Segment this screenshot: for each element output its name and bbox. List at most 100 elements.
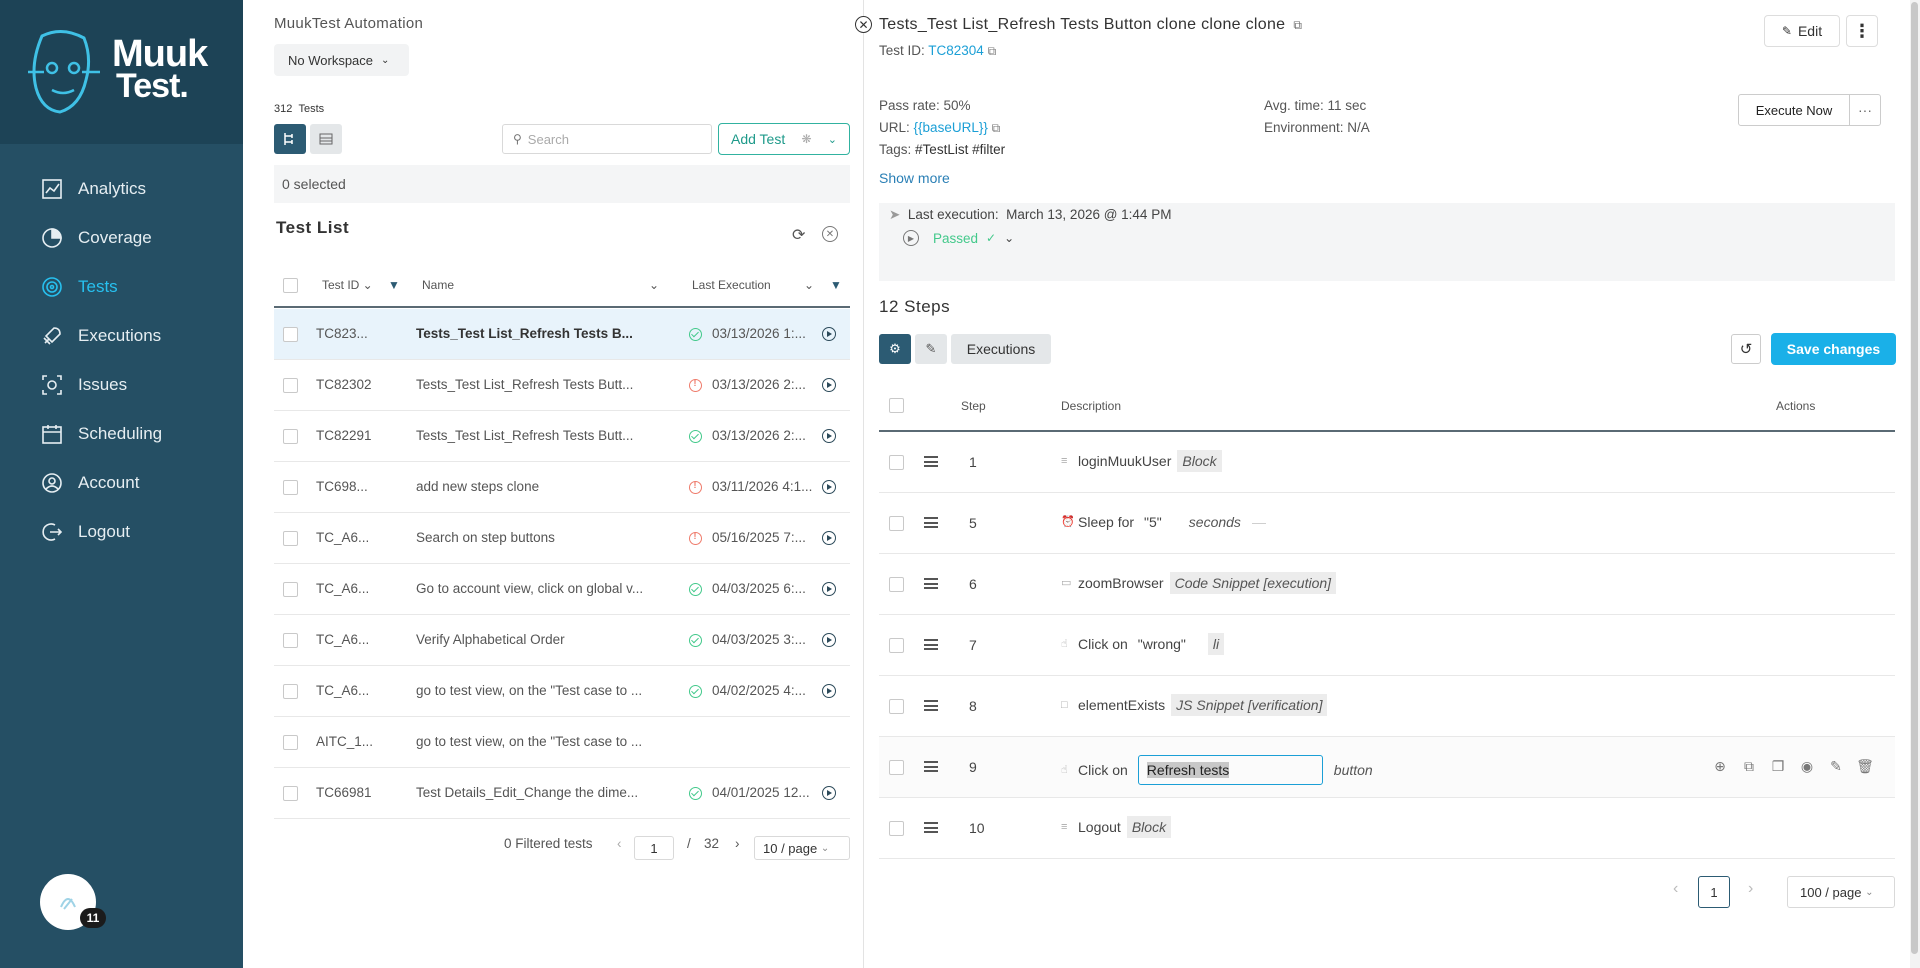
refresh-icon[interactable]: ⟳ (792, 225, 805, 245)
workspace-select[interactable]: No Workspace ⌄ (274, 44, 409, 76)
play-icon[interactable] (822, 480, 836, 494)
table-row[interactable]: TC82291 Tests_Test List_Refresh Tests But… (274, 411, 850, 462)
sidebar-item-issues[interactable]: Issues (40, 370, 127, 400)
play-icon[interactable] (822, 378, 836, 392)
test-name-cell[interactable]: Tests_Test List_Refresh Tests Butt... (416, 428, 672, 443)
copy-icon[interactable]: ⧉ (992, 121, 1001, 135)
drag-handle-icon[interactable] (924, 456, 938, 467)
sidebar-item-tests[interactable]: Tests (40, 272, 118, 302)
row-checkbox[interactable] (283, 786, 298, 801)
sidebar-item-analytics[interactable]: Analytics (40, 174, 146, 204)
test-name-cell[interactable]: Tests_Test List_Refresh Tests Butt... (416, 377, 672, 392)
step-row[interactable]: 1 ≡ loginMuukUser Block (879, 432, 1895, 493)
save-changes-button[interactable]: Save changes (1771, 333, 1896, 365)
table-row[interactable]: TC_A6... go to test view, on the "Test ca… (274, 666, 850, 717)
edit-button[interactable]: ✎ Edit (1764, 15, 1840, 47)
search-input[interactable]: ⚲ Search (502, 124, 712, 154)
table-row[interactable]: TC698... add new steps clone 03/11/2026 4:… (274, 462, 850, 513)
drag-handle-icon[interactable] (924, 517, 938, 528)
select-all-steps-checkbox[interactable] (889, 398, 904, 413)
execute-options-button[interactable]: ··· (1849, 94, 1881, 126)
sidebar-item-scheduling[interactable]: Scheduling (40, 419, 162, 449)
execution-status[interactable]: ▶ Passed ✓ ⌄ (903, 230, 1014, 246)
step-checkbox[interactable] (889, 516, 904, 531)
select-all-checkbox[interactable] (283, 278, 298, 293)
table-row[interactable]: TC_A6... Go to account view, click on glo… (274, 564, 850, 615)
play-icon[interactable] (822, 582, 836, 596)
trash-icon[interactable]: 🗑 (1856, 757, 1874, 775)
row-checkbox[interactable] (283, 480, 298, 495)
edit-steps-button[interactable]: ✎ (915, 334, 947, 364)
pane-divider[interactable] (863, 0, 864, 968)
filter-icon[interactable]: ▼ (830, 278, 842, 292)
undo-button[interactable]: ↺ (1731, 334, 1761, 364)
test-name-cell[interactable]: Search on step buttons (416, 530, 672, 545)
test-name-cell[interactable]: Test Details_Edit_Change the dime... (416, 785, 672, 800)
step-row[interactable]: 8 □ elementExists JS Snippet [verification] (879, 676, 1895, 737)
add-test-button[interactable]: Add Test ❋ ⌄ (718, 123, 850, 155)
play-icon[interactable] (822, 684, 836, 698)
test-name-cell[interactable]: go to test view, on the "Test case to ..… (416, 734, 672, 749)
play-icon[interactable] (822, 429, 836, 443)
step-checkbox[interactable] (889, 638, 904, 653)
play-icon[interactable] (822, 327, 836, 341)
sidebar-item-account[interactable]: Account (40, 468, 139, 498)
table-row[interactable]: TC823... Tests_Test List_Refresh Tests B.… (274, 309, 850, 360)
chevron-down-icon[interactable]: ⌄ (649, 278, 659, 292)
test-name-cell[interactable]: go to test view, on the "Test case to ..… (416, 683, 672, 698)
drag-handle-icon[interactable] (924, 578, 938, 589)
logo[interactable]: Muuk Test. (0, 0, 243, 144)
filter-icon[interactable]: ▼ (388, 278, 400, 292)
row-checkbox[interactable] (283, 429, 298, 444)
execute-now-button[interactable]: Execute Now (1738, 94, 1850, 126)
play-icon[interactable] (822, 531, 836, 545)
table-row[interactable]: TC66981 Test Details_Edit_Change the dime… (274, 768, 850, 819)
test-name-cell[interactable]: add new steps clone (416, 479, 672, 494)
next-page-icon[interactable]: › (1748, 880, 1753, 898)
scrollbar-thumb[interactable] (1911, 2, 1918, 954)
row-checkbox[interactable] (283, 582, 298, 597)
table-view-button[interactable] (310, 124, 342, 154)
drag-handle-icon[interactable] (924, 822, 938, 833)
copy-icon[interactable]: ❐ (1769, 757, 1787, 775)
step-value-input[interactable]: Refresh tests (1137, 755, 1323, 785)
drag-handle-icon[interactable] (924, 761, 938, 772)
step-row[interactable]: 6 ▭ zoomBrowser Code Snippet [execution] (879, 554, 1895, 615)
drag-handle-icon[interactable] (924, 700, 938, 711)
step-row[interactable]: 7 ☝ Click on "wrong" li (879, 615, 1895, 676)
sidebar-item-executions[interactable]: Executions (40, 321, 161, 351)
step-checkbox[interactable] (889, 821, 904, 836)
sidebar-item-logout[interactable]: Logout (40, 517, 130, 547)
step-row[interactable]: 5 ⏰ Sleep for "5" seconds — (879, 493, 1895, 554)
view-steps-button[interactable]: ⚙ (879, 334, 911, 364)
close-icon[interactable]: ✕ (855, 16, 872, 33)
table-row[interactable]: TC_A6... Verify Alphabetical Order 04/03/2… (274, 615, 850, 666)
step-checkbox[interactable] (889, 455, 904, 470)
copy-icon[interactable]: ⧉ (1293, 18, 1302, 33)
step-row[interactable]: 9 ☝ Click on Refresh tests button ⊕ ⧉ ❐ ◉ ✎ 🗑 (879, 737, 1895, 798)
more-options-button[interactable]: ⋮ (1846, 15, 1878, 47)
play-icon[interactable] (822, 633, 836, 647)
row-checkbox[interactable] (283, 327, 298, 342)
sidebar-item-coverage[interactable]: Coverage (40, 223, 152, 253)
chevron-down-icon[interactable]: ⌄ (804, 278, 814, 292)
steps-page-size-select[interactable]: 100 / page ⌄ (1787, 876, 1895, 908)
step-checkbox[interactable] (889, 760, 904, 775)
page-input[interactable]: 1 (634, 836, 674, 860)
table-row[interactable]: TC_A6... Search on step buttons 05/16/2025… (274, 513, 850, 564)
prev-page-icon[interactable]: ‹ (1673, 880, 1678, 898)
test-name-cell[interactable]: Tests_Test List_Refresh Tests B... (416, 326, 672, 341)
drag-handle-icon[interactable] (924, 639, 938, 650)
copy-icon[interactable]: ⧉ (988, 44, 997, 58)
table-row[interactable]: TC82302 Tests_Test List_Refresh Tests But… (274, 360, 850, 411)
executions-tab[interactable]: Executions (951, 334, 1051, 364)
column-name[interactable]: Name (422, 278, 454, 292)
column-test-id[interactable]: Test ID ⌄ (322, 278, 373, 292)
row-checkbox[interactable] (283, 633, 298, 648)
page-size-select[interactable]: 10 / page ⌄ (754, 836, 850, 860)
step-row[interactable]: 10 ≡ Logout Block (879, 798, 1895, 859)
pencil-icon[interactable]: ✎ (1827, 757, 1845, 775)
clear-filter-icon[interactable]: ✕ (822, 226, 838, 242)
toggle-icon[interactable]: ◉ (1798, 757, 1816, 775)
test-name-cell[interactable]: Go to account view, click on global v... (416, 581, 672, 596)
